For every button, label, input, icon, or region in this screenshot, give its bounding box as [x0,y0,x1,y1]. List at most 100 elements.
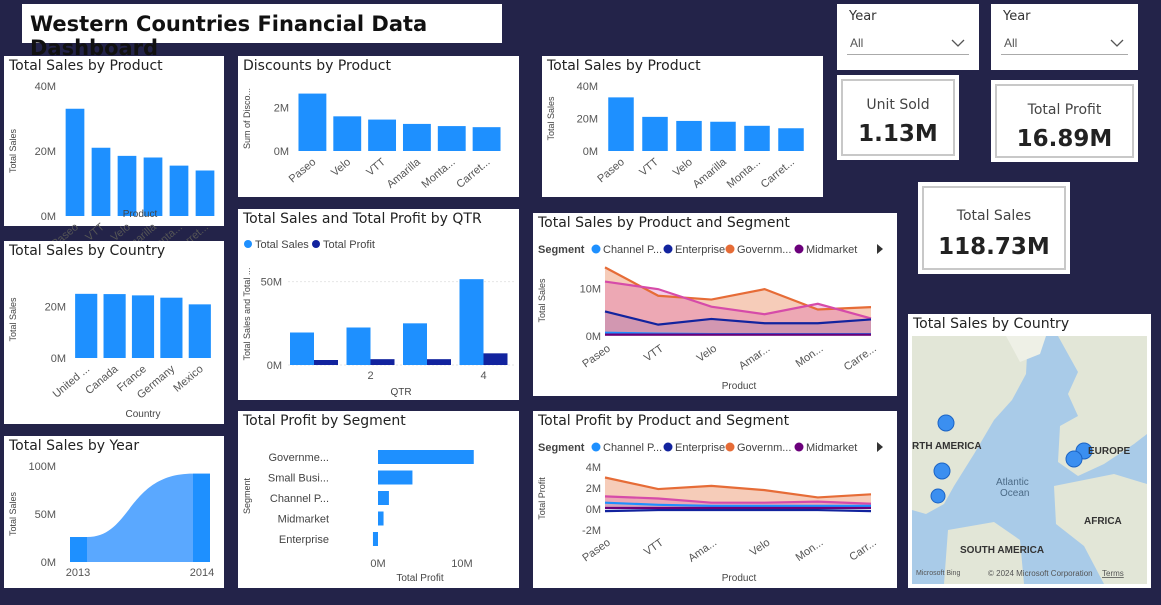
bar-profit [370,359,395,365]
legend-marker [663,244,673,254]
y-tick-label: 20M [577,114,598,126]
x-tick-label: Velo [329,156,353,179]
chart-profit-product-segment[interactable]: Total Profit by Product and Segment -2M 0… [533,411,897,588]
bar [378,511,384,526]
chart-sales-country[interactable]: Total Sales by Country 0M 20M United ... Ca… [4,241,224,424]
x-tick-label: 2014 [190,567,214,579]
map-label: AFRICA [1084,516,1122,527]
legend-marker [244,240,252,248]
world-map[interactable]: RTH AMERICA EUROPE Atlantic Ocean AFRICA… [908,314,1151,588]
kpi-value: 16.89M [1016,126,1113,152]
x-tick-label: Carret... [454,156,492,191]
map-label: Ocean [1000,488,1029,499]
x-tick-label: Mon... [794,537,826,564]
x-tick-label: 0M [370,558,385,570]
y-tick-label: Enterprise [279,534,329,546]
bar [65,108,85,216]
x-tick-label: VTT [364,156,388,179]
x-tick-label: Paseo [580,343,612,371]
area-chart: 0M 10M Paseo VTT Velo Amar... Mon... Carre... Pr… [537,244,883,392]
map-attribution: Microsoft Bing [916,570,960,577]
clustered-bar-chart: 0M 50M 2 4 QTR Total Sales and Total ... Total… [242,239,514,398]
chevron-down-icon [951,39,965,47]
y-axis-title: Segment [242,477,252,514]
y-tick-label: Small Busi... [268,473,329,485]
map-sales-country[interactable]: Total Sales by Country RTH AMERICA EUROP… [908,314,1151,588]
chart-sales-product-1[interactable]: Total Sales by Product 0M 20M 40M Paseo VTT V… [4,56,224,256]
legend-label: Midmarket [806,442,857,454]
year-slicer-1[interactable]: Year All [837,4,979,70]
y-tick-label: 50M [35,509,56,521]
y-tick-label: 40M [35,81,56,93]
x-tick-label: Paseo [580,537,612,565]
bar-sales [459,279,484,365]
y-tick-label: Channel P... [270,493,329,505]
x-tick-label: 2 [367,370,373,382]
x-tick-label: Ama... [686,537,719,565]
chart-profit-segment[interactable]: Total Profit by Segment Governme... Small… [238,411,519,588]
x-tick-label: Canada [83,363,121,398]
kpi-value: 118.73M [938,234,1050,260]
bar [402,123,431,151]
chevron-down-icon [1110,39,1124,47]
bar-2014 [193,473,210,562]
x-tick-label: Velo [748,537,772,559]
legend-marker [725,244,735,254]
y-axis-title: Total Sales [8,128,18,173]
dropdown-value: All [1004,36,1018,50]
y-axis-title: Total Sales [8,297,18,342]
bar [169,165,189,216]
x-axis-title: QTR [390,387,411,398]
y-tick-label: 10M [580,284,601,296]
bar [378,470,413,485]
x-tick-label: VTT [642,342,666,364]
y-tick-label: Midmarket [278,514,329,526]
x-tick-label: 10M [451,558,472,570]
y-tick-label: 2M [274,103,289,115]
year-dropdown[interactable]: All [847,31,969,55]
bar-chart: 0M20M40MPaseo VTT VeloAmarillaMonta...Carr… [8,81,215,256]
chart-sales-year[interactable]: Total Sales by Year 0M 50M 100M 2013 2014 Tot… [4,436,224,588]
map-attribution: © 2024 Microsoft Corporation [988,569,1093,578]
map-label: EUROPE [1088,446,1131,457]
legend-label: Total Profit [323,239,375,251]
x-axis-title: Total Profit [396,573,443,584]
bar [195,170,215,216]
x-tick-label: Mon... [794,343,826,370]
y-tick-label: 0M [51,353,66,365]
x-tick-label: 2013 [66,567,90,579]
legend-title: Segment [538,442,585,454]
legend-label: Governm... [737,442,791,454]
y-tick-label: 0M [586,504,601,516]
year-dropdown[interactable]: All [1001,31,1128,55]
y-axis-title: Total Sales [8,491,18,536]
bar [642,116,668,151]
legend-label: Channel P... [603,442,662,454]
horizontal-bar-chart: Governme... Small Busi... Channel P... Midm… [242,450,474,584]
x-tick-label: Amarilla [691,156,730,191]
x-axis-title: Product [722,381,757,392]
legend-label: Governm... [737,244,791,256]
x-tick-label: Velo [695,343,719,365]
x-tick-label: Velo [671,156,695,179]
chart-sales-profit-qtr[interactable]: Total Sales and Total Profit by QTR 0M 50… [238,209,519,400]
year-slicer-2[interactable]: Year All [991,4,1138,70]
map-bubble [937,414,955,432]
bar [608,97,634,151]
legend-next-icon [877,244,883,254]
chart-sales-product-segment[interactable]: Total Sales by Product and Segment 0M 10M… [533,213,897,396]
x-tick-label: Paseo [287,156,319,185]
x-tick-label: Carret... [759,156,797,191]
map-label: RTH AMERICA [912,441,982,452]
map-bubble [933,462,951,480]
y-tick-label: 0M [583,146,598,158]
chart-sales-product-2[interactable]: Total Sales by Product 0M 20M 40M Paseo VTT V… [542,56,823,197]
y-tick-label: Governme... [268,452,329,464]
bar [744,125,770,151]
chart-discounts-product[interactable]: Discounts by Product 0M 2M Paseo Velo VTT Ama… [238,56,519,197]
unit-sold-card: Unit Sold 1.13M [837,75,959,160]
x-tick-label: Carr... [847,537,878,564]
map-label: SOUTH AMERICA [960,545,1044,556]
x-axis-title: Country [125,409,160,420]
y-tick-label: 0M [586,331,601,343]
